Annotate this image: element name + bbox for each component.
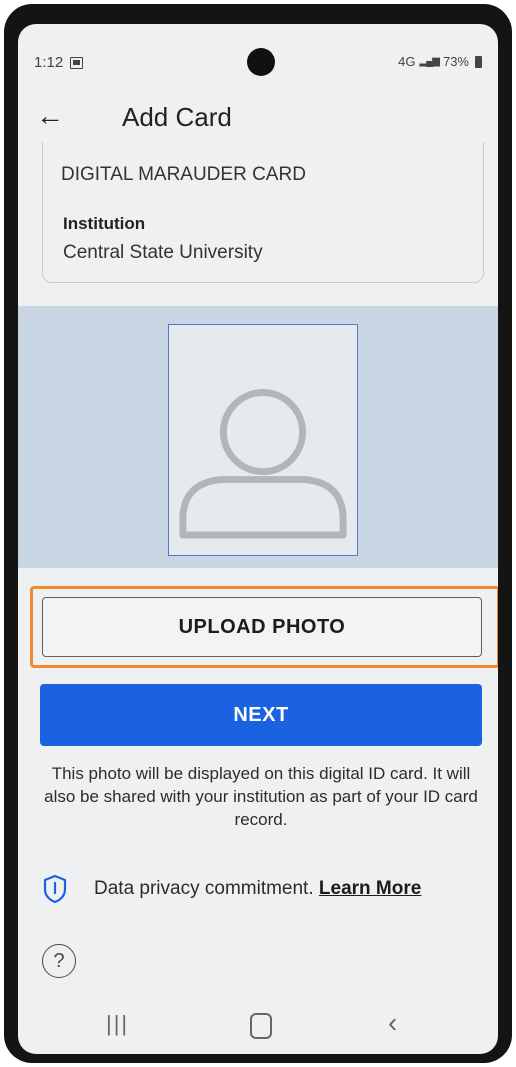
next-button[interactable]: NEXT <box>40 684 482 746</box>
institution-label: Institution <box>63 214 146 233</box>
app-bar: ← Add Card <box>18 96 498 144</box>
nav-back-icon[interactable]: ‹ <box>388 1007 397 1039</box>
nav-recents-icon[interactable]: ||| <box>106 1011 129 1037</box>
institution-value: Central State University <box>63 242 263 263</box>
status-bar: 1:12 4G ▂▄▆ 73% <box>18 24 498 80</box>
card-name: DIGITAL MARAUDER CARD <box>61 164 306 185</box>
help-icon[interactable]: ? <box>42 944 76 978</box>
learn-more-link[interactable]: Learn More <box>319 878 421 899</box>
page-title: Add Card <box>122 102 232 132</box>
avatar-placeholder-icon <box>179 389 347 539</box>
privacy-row: Data privacy commitment. Learn More <box>42 872 482 906</box>
phone-frame: 1:12 4G ▂▄▆ 73% ← Add Card DIGITAL MARAU… <box>4 4 512 1063</box>
nav-home-icon[interactable] <box>250 1013 272 1039</box>
system-nav-bar: ||| ‹ <box>18 999 498 1054</box>
battery-percent: 73% <box>442 54 469 69</box>
image-icon <box>70 57 83 69</box>
back-arrow-icon[interactable]: ← <box>36 100 64 132</box>
privacy-commitment-label: Data privacy commitment. <box>94 878 314 899</box>
card-info-panel: DIGITAL MARAUDER CARD Institution Centra… <box>42 142 484 283</box>
photo-area <box>18 306 498 568</box>
photo-placeholder <box>168 324 358 556</box>
status-indicators: 4G ▂▄▆ 73% <box>398 54 482 69</box>
status-time: 1:12 <box>34 54 64 71</box>
battery-icon <box>475 55 482 68</box>
shield-icon <box>43 874 67 904</box>
upload-photo-button[interactable]: UPLOAD PHOTO <box>42 597 482 657</box>
signal-icon: ▂▄▆ <box>419 56 440 67</box>
network-label: 4G <box>398 54 416 69</box>
photo-info-text: This photo will be displayed on this dig… <box>44 764 478 829</box>
screen: 1:12 4G ▂▄▆ 73% ← Add Card DIGITAL MARAU… <box>18 24 498 1054</box>
front-camera <box>247 48 275 76</box>
privacy-text: Data privacy commitment. Learn More <box>94 878 421 900</box>
